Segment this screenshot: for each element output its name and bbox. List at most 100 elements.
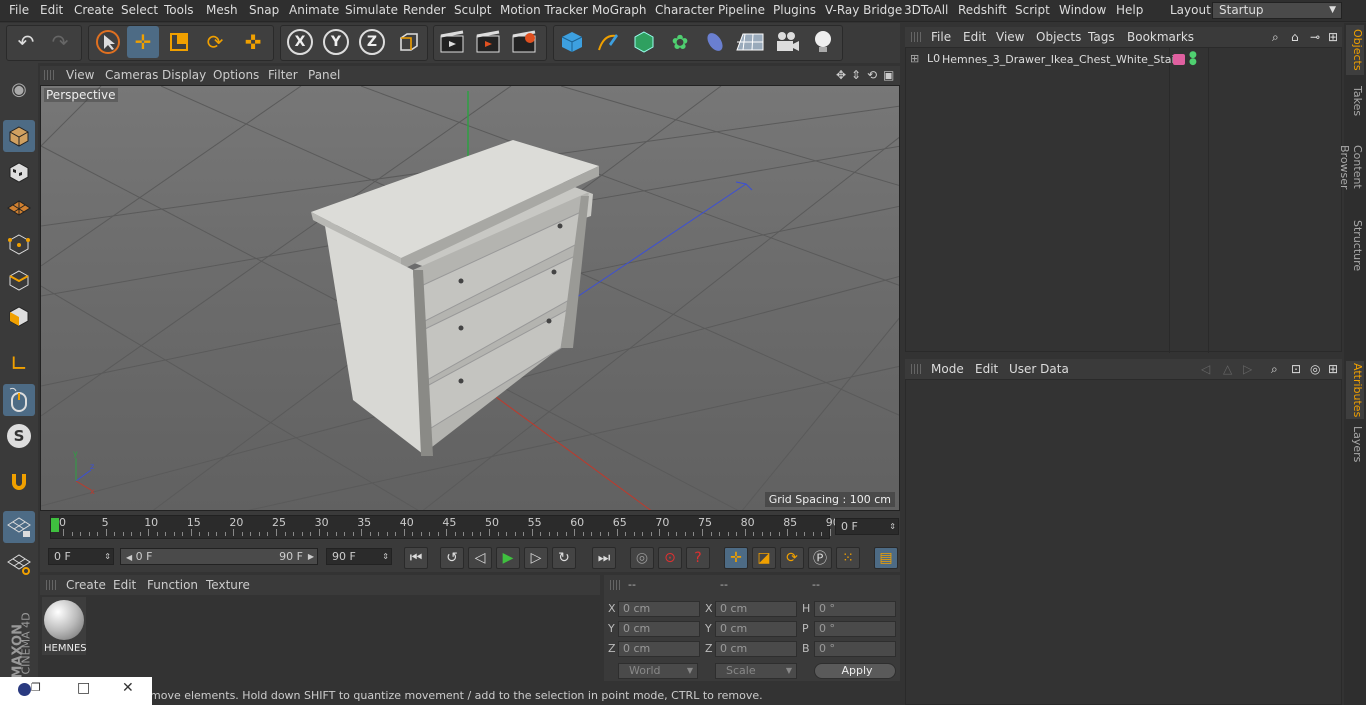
edges-mode-icon[interactable]: [3, 264, 35, 296]
pos-z-field[interactable]: 0 cm: [618, 641, 700, 657]
maximize-icon[interactable]: □: [77, 680, 90, 696]
apply-button[interactable]: Apply: [814, 663, 896, 679]
size-z-field[interactable]: 0 cm: [715, 641, 797, 657]
tab-objects[interactable]: Objects: [1346, 25, 1364, 75]
scale-tool-icon[interactable]: [163, 26, 195, 58]
render-settings-icon[interactable]: [508, 26, 540, 58]
objects-menu-bookmarks[interactable]: Bookmarks: [1127, 30, 1194, 44]
cube-object-icon[interactable]: [556, 26, 588, 58]
viewport-3d[interactable]: y z x Perspective Grid Spacing : 100 cm: [40, 85, 900, 511]
lock-icon[interactable]: ⊡: [1291, 362, 1301, 376]
size-y-field[interactable]: 0 cm: [715, 621, 797, 637]
viewport-menu-view[interactable]: View: [66, 68, 94, 82]
planar-workplane-icon[interactable]: [3, 548, 35, 580]
tab-layers[interactable]: Layers: [1346, 425, 1364, 463]
visibility-dots-icon[interactable]: ● ●: [1189, 51, 1197, 67]
menu-plugins[interactable]: Plugins: [773, 3, 816, 17]
timeline-window-icon[interactable]: ▤: [874, 547, 898, 569]
object-row[interactable]: ⊞ L0 Hemnes_3_Drawer_Ikea_Chest_White_St…: [906, 51, 1343, 70]
go-to-start-icon[interactable]: ⏮: [404, 547, 428, 569]
points-mode-icon[interactable]: [3, 228, 35, 260]
spline-pen-icon[interactable]: [592, 26, 624, 58]
menu-character[interactable]: Character: [655, 3, 714, 17]
transform-tool-icon[interactable]: ✜: [237, 26, 269, 58]
menu-animate[interactable]: Animate: [289, 3, 339, 17]
next-frame-icon[interactable]: ▷: [524, 547, 548, 569]
rot-h-field[interactable]: 0 °: [814, 601, 896, 617]
rotate-tool-icon[interactable]: ⟳: [199, 26, 231, 58]
tab-attributes[interactable]: Attributes: [1346, 361, 1364, 419]
layout-select[interactable]: Startup ▼: [1212, 2, 1342, 19]
snap-magnet-icon[interactable]: [3, 466, 35, 498]
floor-object-icon[interactable]: [734, 26, 766, 58]
key-parameter-icon[interactable]: Ⓟ: [808, 547, 832, 569]
objects-menu-objects[interactable]: Objects: [1036, 30, 1081, 44]
material-menu-edit[interactable]: Edit: [113, 578, 136, 592]
tweak-mode-icon[interactable]: [3, 384, 35, 416]
tab-takes[interactable]: Takes: [1346, 83, 1364, 119]
y-axis-lock-button[interactable]: Y: [320, 26, 352, 58]
deformer-icon[interactable]: [699, 26, 731, 58]
menu-file[interactable]: File: [9, 3, 29, 17]
objects-menu-file[interactable]: File: [931, 30, 951, 44]
texture-mode-icon[interactable]: [3, 156, 35, 188]
menu-pipeline[interactable]: Pipeline: [718, 3, 765, 17]
viewport-menu-filter[interactable]: Filter: [268, 68, 298, 82]
material-menu-texture[interactable]: Texture: [206, 578, 250, 592]
link-icon[interactable]: ⊸: [1310, 30, 1320, 44]
home-icon[interactable]: ⌂: [1291, 30, 1299, 44]
solo-button-icon[interactable]: S: [3, 420, 35, 452]
coordinate-mode-select[interactable]: World ▼: [618, 663, 698, 679]
tab-content-browser[interactable]: Content Browser: [1338, 123, 1364, 211]
menu-script[interactable]: Script: [1015, 3, 1050, 17]
light-icon[interactable]: [807, 26, 839, 58]
size-x-field[interactable]: 0 cm: [715, 601, 797, 617]
go-to-end-icon[interactable]: ⏭: [592, 547, 616, 569]
material-menu-create[interactable]: Create: [66, 578, 106, 592]
next-key-icon[interactable]: ↻: [552, 547, 576, 569]
record-keys-icon[interactable]: ◎: [630, 547, 654, 569]
camera-icon[interactable]: [771, 26, 803, 58]
material-menu-function[interactable]: Function: [147, 578, 198, 592]
pos-y-field[interactable]: 0 cm: [618, 621, 700, 637]
viewport-rotate-icon[interactable]: ⟲: [867, 68, 877, 82]
viewport-menu-options[interactable]: Options: [213, 68, 259, 82]
menu-3dtoall[interactable]: 3DToAll: [904, 3, 948, 17]
up-arrow-icon[interactable]: △: [1223, 362, 1232, 376]
menu-sculpt[interactable]: Sculpt: [454, 3, 491, 17]
search-icon[interactable]: ⌕: [1271, 362, 1278, 377]
viewport-menu-display[interactable]: Display: [162, 68, 206, 82]
frame-ruler[interactable]: 0 5 10 15 20 25 30 35 40 45 50 55 60 65 70 75 80 85 90: [50, 515, 840, 539]
menu-snap[interactable]: Snap: [249, 3, 279, 17]
menu-edit[interactable]: Edit: [40, 3, 63, 17]
attributes-menu-mode[interactable]: Mode: [931, 362, 964, 376]
size-mode-select[interactable]: Scale ▼: [715, 663, 797, 679]
menu-mesh[interactable]: Mesh: [206, 3, 238, 17]
autokeying-icon[interactable]: ⊙: [658, 547, 682, 569]
z-axis-lock-button[interactable]: Z: [356, 26, 388, 58]
timeline-ruler[interactable]: 0 5 10 15 20 25 30 35 40 45 50 55 60 65 70 75 80 85 90 0 F…: [40, 511, 900, 544]
objects-menu-edit[interactable]: Edit: [963, 30, 986, 44]
playhead-marker[interactable]: [51, 518, 59, 532]
menu-render[interactable]: Render: [403, 3, 446, 17]
preview-range-slider[interactable]: ◀ 0 F 90 F ▶: [120, 548, 318, 565]
back-arrow-icon[interactable]: ◁: [1201, 362, 1210, 376]
previous-frame-icon[interactable]: ◁: [468, 547, 492, 569]
menu-window[interactable]: Window: [1059, 3, 1106, 17]
polygons-mode-icon[interactable]: [3, 300, 35, 332]
rot-p-field[interactable]: 0 °: [814, 621, 896, 637]
forward-arrow-icon[interactable]: ▷: [1243, 362, 1252, 376]
render-picture-viewer-icon[interactable]: [472, 26, 504, 58]
end-frame-field[interactable]: 90 F ⇕: [326, 548, 392, 565]
expand-icon[interactable]: ⊞: [910, 52, 919, 65]
menu-select[interactable]: Select: [121, 3, 158, 17]
live-selection-icon[interactable]: [92, 26, 124, 58]
mograph-cloner-icon[interactable]: ✿: [664, 26, 696, 58]
rot-b-field[interactable]: 0 °: [814, 641, 896, 657]
undo-icon[interactable]: ↶: [10, 26, 42, 58]
move-tool-icon[interactable]: ✛: [127, 26, 159, 58]
workplane-mode-icon[interactable]: [3, 192, 35, 224]
menu-tools[interactable]: Tools: [164, 3, 194, 17]
menu-redshift[interactable]: Redshift: [958, 3, 1007, 17]
axis-mode-icon[interactable]: ∟: [3, 348, 35, 380]
